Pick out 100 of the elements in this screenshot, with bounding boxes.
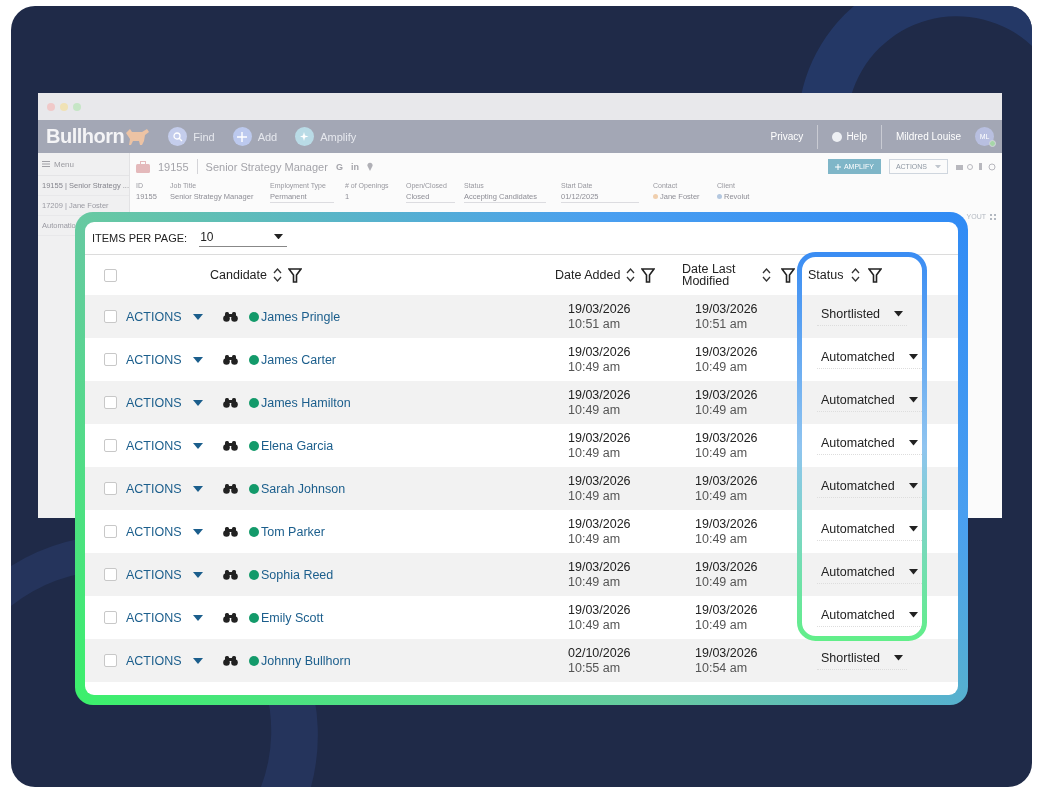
actions-link[interactable]: ACTIONS [126,352,193,367]
binoculars-icon[interactable] [223,569,238,580]
grid-icon[interactable] [990,213,996,220]
date-text: 19/03/2026 [695,388,759,402]
status-dropdown[interactable]: Automatched [817,565,922,584]
time-text: 10:49 am [568,446,622,460]
candidate-link[interactable]: Emily Scott [249,610,564,625]
table-row[interactable]: ACTIONS James Pringle 19/03/2026 10:51 am 19/03/2026 10:51 am Shortlisted [85,295,958,338]
toolbar-icons-drawing[interactable] [956,162,996,171]
table-row[interactable]: ACTIONS Johnny Bullhorn 02/10/2026 10:55 am 19/03/2026 10:54 am Shortlisted [85,639,958,682]
actions-link[interactable]: ACTIONS [126,524,193,539]
candidate-link[interactable]: Tom Parker [249,524,564,539]
row-checkbox[interactable] [104,654,117,667]
date-text: 19/03/2026 [695,560,759,574]
binoculars-icon[interactable] [223,655,238,666]
status-dropdown[interactable]: Automatched [817,436,922,455]
actions-link[interactable]: ACTIONS [126,481,193,496]
date-text: 19/03/2026 [568,345,632,359]
binoculars-icon[interactable] [223,483,238,494]
row-checkbox[interactable] [104,611,117,624]
date-text: 19/03/2026 [568,560,632,574]
sort-icon[interactable] [762,267,771,283]
candidate-link[interactable]: James Pringle [249,309,564,324]
binoculars-icon[interactable] [223,440,238,451]
location-pin-icon[interactable] [366,162,373,171]
status-dropdown[interactable]: Automatched [817,522,922,541]
time-text: 10:49 am [695,360,749,374]
sort-icon[interactable] [273,267,282,283]
binoculars-icon[interactable] [223,397,238,408]
table-row[interactable]: ACTIONS James Hamilton 19/03/2026 10:49 am 19/03/2026 10:49 am Automatched [85,381,958,424]
status-dropdown[interactable]: Automatched [817,608,922,627]
sparkle-icon[interactable] [295,127,315,146]
close-dot[interactable] [47,102,55,111]
actions-link[interactable]: ACTIONS [126,395,193,410]
row-checkbox[interactable] [104,568,117,581]
actions-link[interactable]: ACTIONS [126,610,193,625]
table-row[interactable]: ACTIONS Sophia Reed 19/03/2026 10:49 am 19/03/2026 10:49 am Automatched [85,553,958,596]
candidate-link[interactable]: Elena Garcia [249,438,564,453]
items-per-page-select[interactable]: 10 [199,229,288,247]
table-row[interactable]: ACTIONS Sarah Johnson 19/03/2026 10:49 am 19/03/2026 10:49 am Automatched [85,467,958,510]
status-dropdown[interactable]: Shortlisted [817,651,908,670]
caret-icon [935,164,941,169]
maximize-dot[interactable] [73,102,81,111]
row-checkbox[interactable] [104,482,117,495]
plus-icon[interactable] [232,127,252,146]
actions-link[interactable]: ACTIONS [126,438,193,453]
row-checkbox[interactable] [104,353,117,366]
column-header[interactable]: Date Added [555,268,621,282]
person-dot-icon [653,194,658,199]
column-header[interactable]: Date Last Modified [682,262,752,288]
caret-icon [908,526,918,532]
binoculars-icon[interactable] [223,612,238,623]
column-header[interactable]: Candidate [210,268,267,282]
date-text: 19/03/2026 [695,431,759,445]
row-checkbox[interactable] [104,396,117,409]
filter-icon[interactable] [781,267,795,283]
select-all-checkbox[interactable] [104,268,117,282]
search-icon[interactable] [168,127,188,146]
time-text: 10:49 am [695,575,749,589]
sort-icon[interactable] [626,267,636,283]
caret-icon [193,571,203,578]
time-text: 10:49 am [695,532,749,546]
caret-icon [193,485,203,492]
minimize-dot[interactable] [60,102,68,111]
status-dropdown[interactable]: Automatched [817,479,922,498]
bull-icon [124,126,151,147]
actions-link[interactable]: ACTIONS [126,567,193,582]
binoculars-icon[interactable] [223,311,238,322]
candidate-link[interactable]: James Hamilton [249,395,564,410]
row-checkbox[interactable] [104,310,117,323]
date-text: 19/03/2026 [568,474,632,488]
sort-icon[interactable] [851,267,861,283]
time-text: 10:49 am [695,446,749,460]
column-header[interactable]: Status [808,268,844,282]
status-dropdown[interactable]: Shortlisted [817,307,908,326]
binoculars-icon[interactable] [223,526,238,537]
items-per-page-label: ITEMS PER PAGE: [92,232,188,244]
candidate-link[interactable]: Sarah Johnson [249,481,564,496]
candidate-link[interactable]: James Carter [249,352,564,367]
menu-icon[interactable] [42,161,50,167]
actions-link[interactable]: ACTIONS [126,653,193,668]
caret-icon [193,313,203,320]
filter-icon[interactable] [288,267,302,283]
plus-icon [834,163,841,170]
status-dropdown[interactable]: Automatched [817,393,922,412]
row-checkbox[interactable] [104,439,117,452]
actions-link[interactable]: ACTIONS [126,309,193,324]
status-dropdown[interactable]: Automatched [817,350,922,369]
candidate-link[interactable]: Johnny Bullhorn [249,653,564,668]
filter-icon[interactable] [641,267,656,283]
filter-icon[interactable] [868,267,883,283]
caret-icon [193,399,203,406]
candidate-link[interactable]: Sophia Reed [249,567,564,582]
binoculars-icon[interactable] [223,354,238,365]
time-text: 10:49 am [568,532,622,546]
caret-icon [193,356,203,363]
time-text: 10:49 am [695,489,749,503]
date-text: 19/03/2026 [568,517,632,531]
date-text: 19/03/2026 [568,388,632,402]
row-checkbox[interactable] [104,525,117,538]
